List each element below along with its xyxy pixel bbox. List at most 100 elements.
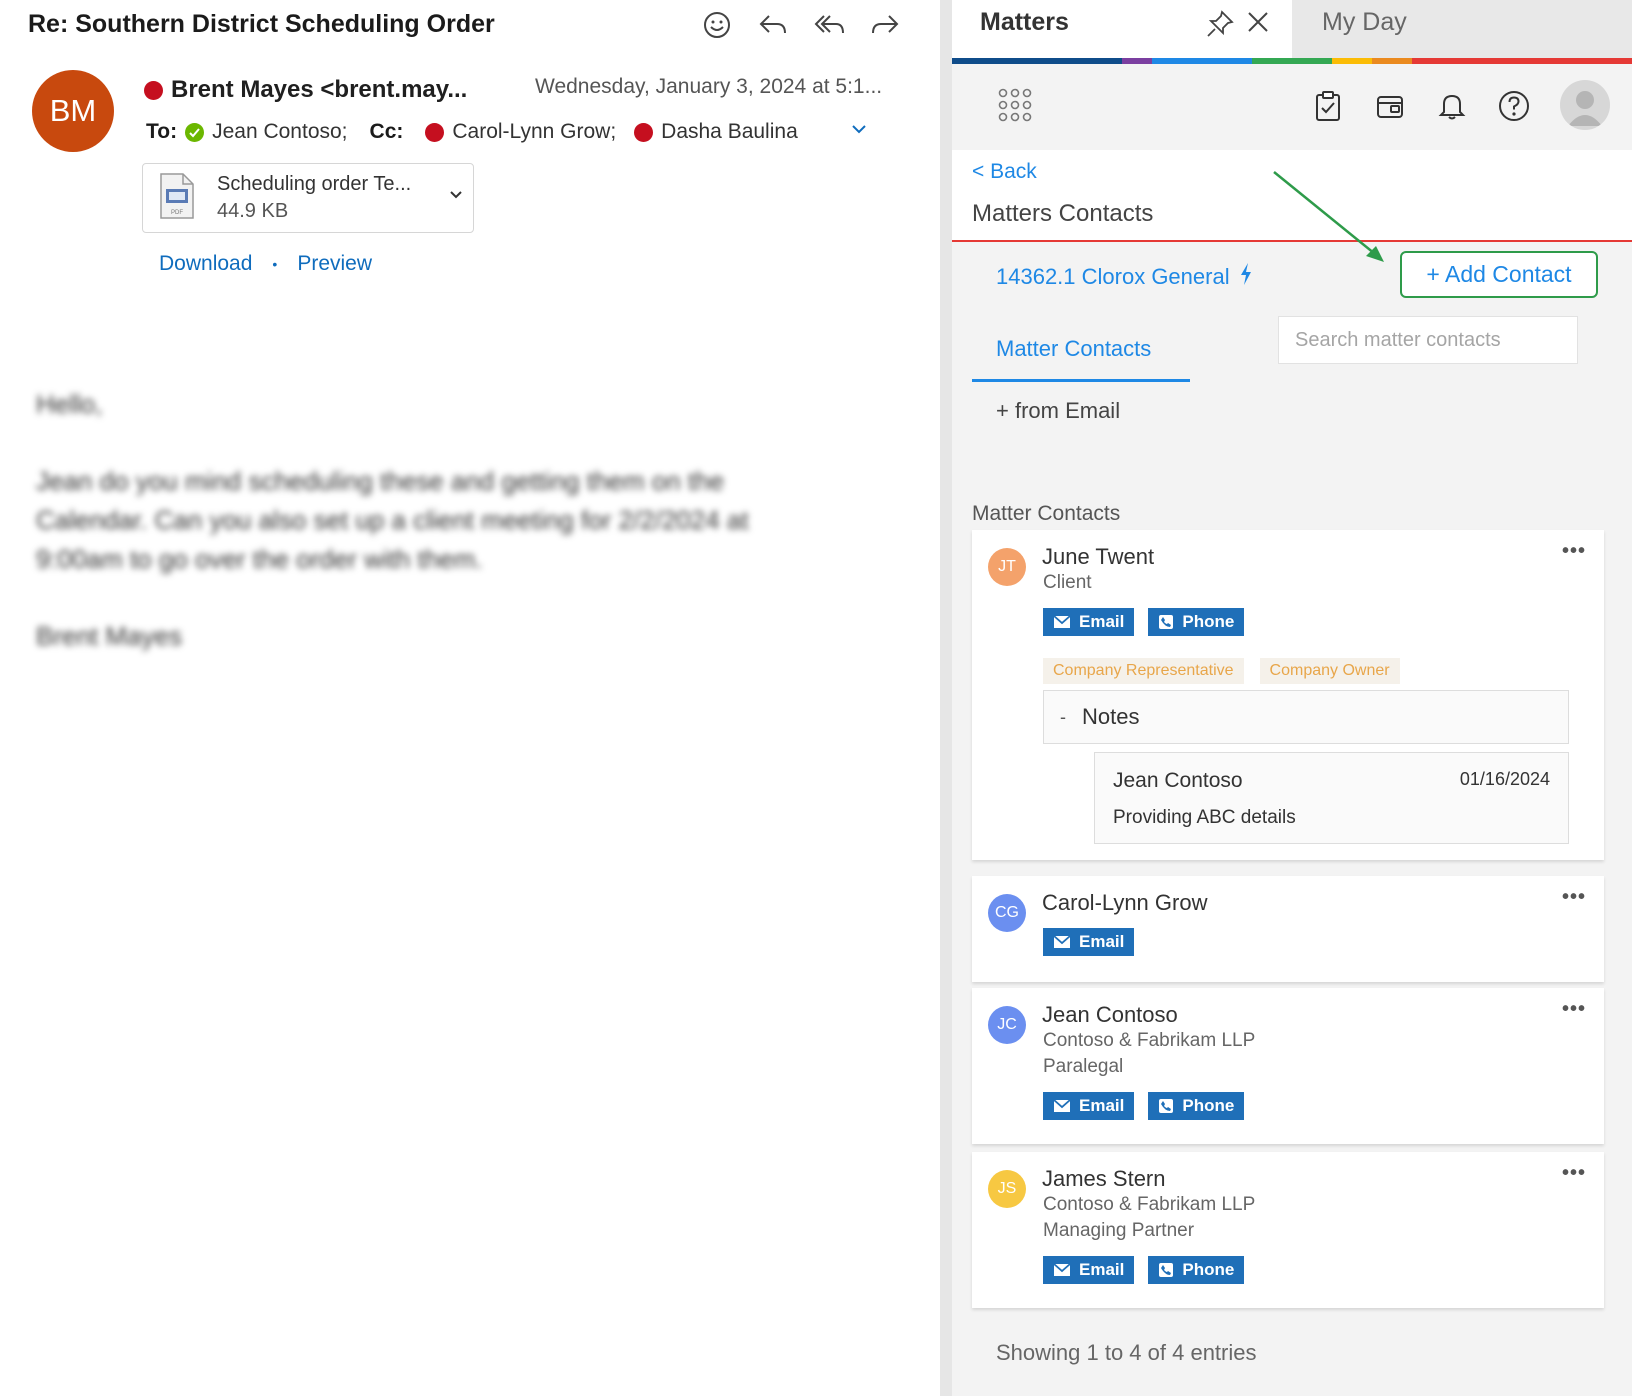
- app-launcher-grid-icon[interactable]: [996, 86, 1034, 129]
- attachment-menu-chevron-icon[interactable]: [449, 188, 463, 206]
- pdf-file-icon: PDF: [157, 172, 197, 225]
- attachment-card[interactable]: PDF Scheduling order Te... 44.9 KB: [142, 163, 474, 233]
- contact-actions: Email Phone: [1043, 1256, 1245, 1284]
- file-type-label: PDF: [171, 210, 183, 216]
- calendar-wallet-icon[interactable]: [1372, 86, 1408, 126]
- help-icon[interactable]: [1496, 86, 1532, 126]
- contact-avatar: JC: [988, 1006, 1026, 1044]
- tab-matters-label: Matters: [980, 8, 1069, 36]
- email-button[interactable]: Email: [1043, 608, 1135, 636]
- email-button[interactable]: Email: [1043, 1092, 1135, 1120]
- attachment-name: Scheduling order Te...: [217, 173, 412, 195]
- email-actions: [700, 8, 902, 42]
- contact-card: JC Jean Contoso Contoso & Fabrikam LLP P…: [972, 988, 1604, 1144]
- envelope-icon: [1053, 1099, 1071, 1112]
- recipients-line: To: Jean Contoso; Cc: Carol-Lynn Grow; D…: [146, 120, 798, 144]
- email-paragraph: Jean do you mind scheduling these and ge…: [36, 466, 749, 574]
- pane-divider[interactable]: [940, 0, 952, 1396]
- contact-tags: Company Representative Company Owner: [1043, 658, 1400, 684]
- tab-matter-contacts-label: Matter Contacts: [996, 336, 1152, 361]
- phone-icon: [1159, 1099, 1174, 1113]
- to-recipient[interactable]: Jean Contoso;: [212, 120, 347, 144]
- more-options-icon[interactable]: •••: [1562, 998, 1586, 1021]
- contact-card: CG Carol-Lynn Grow ••• Email: [972, 876, 1604, 982]
- attachment-size: 44.9 KB: [217, 200, 289, 222]
- contact-company: Contoso & Fabrikam LLP: [1043, 1030, 1256, 1051]
- reply-all-icon[interactable]: [812, 8, 846, 42]
- contact-avatar: JS: [988, 1170, 1026, 1208]
- phone-button-label: Phone: [1182, 612, 1235, 631]
- tab-matters[interactable]: Matters: [952, 0, 1292, 60]
- matter-link[interactable]: 14362.1 Clorox General: [996, 262, 1254, 292]
- section-heading: Matter Contacts: [972, 502, 1121, 525]
- phone-button[interactable]: Phone: [1148, 1256, 1245, 1284]
- cc-recipient[interactable]: Dasha Baulina: [661, 120, 798, 144]
- link-separator: •: [272, 256, 278, 272]
- email-button-label: Email: [1079, 932, 1125, 951]
- notes-label: Notes: [1082, 704, 1140, 729]
- phone-icon: [1159, 615, 1174, 629]
- to-label: To:: [146, 120, 178, 143]
- email-signature: Brent Mayes: [36, 621, 182, 651]
- matters-addin-panel: Matters My Day < Back Matters Contacts 1…: [952, 0, 1632, 1396]
- screen: Re: Southern District Scheduling Order B…: [0, 0, 1632, 1396]
- contact-name[interactable]: Carol-Lynn Grow: [1042, 890, 1207, 916]
- toolbar-icons: [1310, 86, 1532, 126]
- pin-icon[interactable]: [1204, 8, 1236, 45]
- email-button-label: Email: [1079, 1096, 1125, 1115]
- expand-recipients-chevron-icon[interactable]: [850, 122, 868, 141]
- preview-link[interactable]: Preview: [297, 252, 372, 276]
- back-link[interactable]: < Back: [972, 160, 1037, 184]
- contact-avatar: CG: [988, 894, 1026, 932]
- notes-toggle[interactable]: - Notes: [1043, 690, 1569, 744]
- busy-status-icon: [144, 80, 163, 100]
- email-datetime: Wednesday, January 3, 2024 at 5:1...: [535, 75, 883, 98]
- tab-my-day[interactable]: My Day: [1322, 8, 1407, 37]
- phone-button[interactable]: Phone: [1148, 1092, 1245, 1120]
- cc-recipient[interactable]: Carol-Lynn Grow;: [452, 120, 616, 144]
- contact-role: Paralegal: [1043, 1056, 1124, 1077]
- phone-button-label: Phone: [1182, 1096, 1235, 1115]
- tasks-clipboard-icon[interactable]: [1310, 86, 1346, 126]
- contact-actions: Email: [1043, 928, 1135, 956]
- email-body: Hello, Jean do you mind scheduling these…: [36, 385, 836, 694]
- email-button[interactable]: Email: [1043, 928, 1135, 956]
- close-icon[interactable]: [1244, 8, 1272, 41]
- panel-toolbar: [952, 64, 1632, 150]
- download-link[interactable]: Download: [159, 252, 252, 276]
- more-options-icon[interactable]: •••: [1562, 540, 1586, 563]
- phone-icon: [1159, 1263, 1174, 1277]
- sender-avatar[interactable]: BM: [32, 70, 114, 152]
- more-options-icon[interactable]: •••: [1562, 1162, 1586, 1185]
- add-contact-button[interactable]: + Add Contact: [1400, 251, 1598, 298]
- email-reading-pane: Re: Southern District Scheduling Order B…: [0, 0, 940, 1396]
- add-from-email-link[interactable]: + from Email: [996, 398, 1120, 424]
- tab-matter-contacts[interactable]: Matter Contacts: [972, 318, 1190, 382]
- contact-actions: Email Phone: [1043, 1092, 1245, 1120]
- contact-name[interactable]: James Stern: [1042, 1166, 1166, 1192]
- more-options-icon[interactable]: •••: [1562, 886, 1586, 909]
- sender-name[interactable]: Brent Mayes <brent.may...: [171, 76, 467, 104]
- email-greeting: Hello,: [36, 389, 103, 419]
- tag-company-owner: Company Owner: [1259, 658, 1400, 684]
- envelope-icon: [1053, 935, 1071, 948]
- contact-actions: Email Phone: [1043, 608, 1245, 636]
- email-button-label: Email: [1079, 1260, 1125, 1279]
- forward-icon[interactable]: [868, 8, 902, 42]
- notifications-bell-icon[interactable]: [1434, 86, 1470, 126]
- contact-role: Managing Partner: [1043, 1220, 1195, 1241]
- email-button[interactable]: Email: [1043, 1256, 1135, 1284]
- collapse-icon: -: [1060, 706, 1066, 727]
- user-avatar-icon[interactable]: [1560, 80, 1610, 130]
- attachment-actions: Download • Preview: [159, 252, 372, 276]
- cc-label: Cc:: [369, 120, 404, 143]
- contact-name[interactable]: Jean Contoso: [1042, 1002, 1178, 1028]
- phone-button[interactable]: Phone: [1148, 608, 1245, 636]
- emoji-react-icon[interactable]: [700, 8, 734, 42]
- note-date: 01/16/2024: [1459, 769, 1550, 789]
- contact-name[interactable]: June Twent: [1042, 544, 1154, 570]
- contact-card: JT June Twent Client ••• Email Phone Com…: [972, 530, 1604, 860]
- search-contacts-input[interactable]: [1278, 316, 1578, 364]
- reply-icon[interactable]: [756, 8, 790, 42]
- note-item: Jean Contoso 01/16/2024 Providing ABC de…: [1094, 752, 1569, 844]
